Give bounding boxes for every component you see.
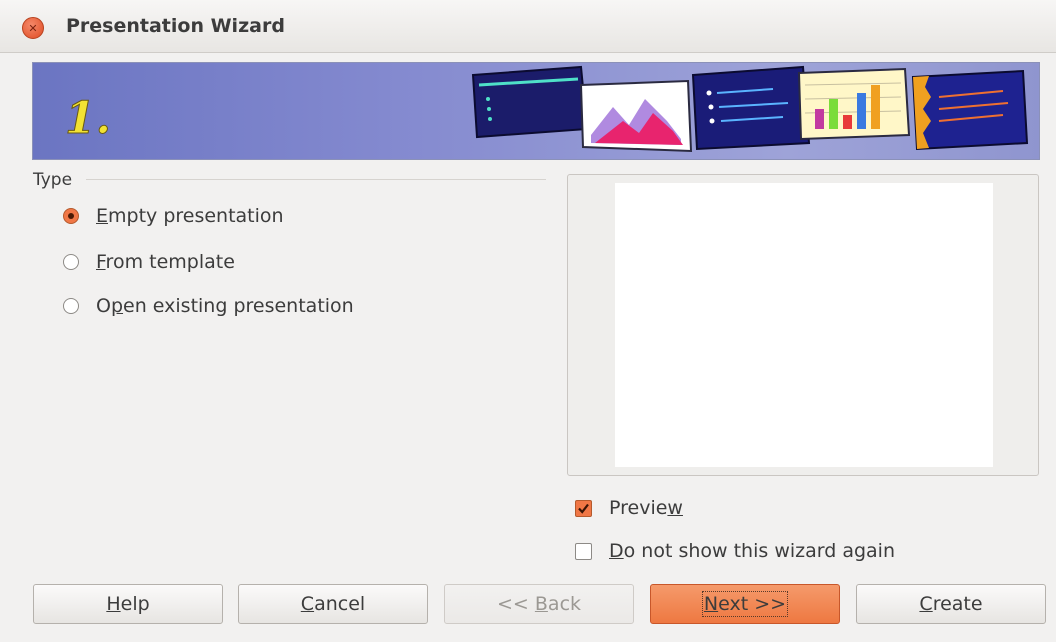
- banner-illustration: 1.: [65, 65, 1029, 153]
- radio-label-open-existing: Open existing presentation: [96, 295, 354, 317]
- do-not-show-again-checkbox[interactable]: Do not show this wizard again: [575, 540, 895, 562]
- presentation-wizard-dialog: ✕ Presentation Wizard 1. Type Empty pres…: [0, 0, 1056, 642]
- slide-thumbnail-mountain-icon: [579, 79, 693, 153]
- preview-checkbox[interactable]: Preview: [575, 497, 683, 519]
- window-title: Presentation Wizard: [66, 15, 285, 37]
- create-button[interactable]: Create: [856, 584, 1046, 624]
- radio-open-existing-presentation[interactable]: Open existing presentation: [63, 295, 354, 317]
- radio-from-template[interactable]: From template: [63, 251, 235, 273]
- slide-thumbnail-barchart-icon: [797, 67, 911, 141]
- radio-empty-presentation[interactable]: Empty presentation: [63, 205, 284, 227]
- cancel-button[interactable]: Cancel: [238, 584, 428, 624]
- help-button[interactable]: Help: [33, 584, 223, 624]
- type-group-divider: [86, 179, 546, 180]
- wizard-banner: 1.: [32, 62, 1040, 160]
- slide-thumbnail-bullets-icon: [691, 65, 811, 151]
- title-bar: ✕ Presentation Wizard: [0, 0, 1056, 53]
- radio-indicator[interactable]: [63, 254, 79, 270]
- preview-checkbox-label: Preview: [609, 497, 683, 519]
- next-button[interactable]: Next >>: [650, 584, 840, 624]
- radio-indicator[interactable]: [63, 298, 79, 314]
- checkbox-indicator[interactable]: [575, 542, 592, 560]
- step-number: 1.: [65, 93, 111, 144]
- back-button[interactable]: << Back: [444, 584, 634, 624]
- preview-panel: [567, 174, 1039, 476]
- checkbox-indicator[interactable]: [575, 499, 592, 517]
- close-button[interactable]: ✕: [22, 17, 44, 39]
- radio-label-from-template: From template: [96, 251, 235, 273]
- slide-thumbnail-list-icon: [911, 69, 1029, 151]
- do-not-show-again-label: Do not show this wizard again: [609, 540, 895, 562]
- slide-thumbnail-title-icon: [471, 65, 589, 139]
- type-group-label: Type: [33, 170, 73, 190]
- preview-canvas: [615, 183, 993, 467]
- checkmark-icon: [578, 503, 589, 514]
- radio-label-empty-presentation: Empty presentation: [96, 205, 284, 227]
- close-icon: ✕: [28, 21, 38, 35]
- radio-indicator[interactable]: [63, 208, 79, 224]
